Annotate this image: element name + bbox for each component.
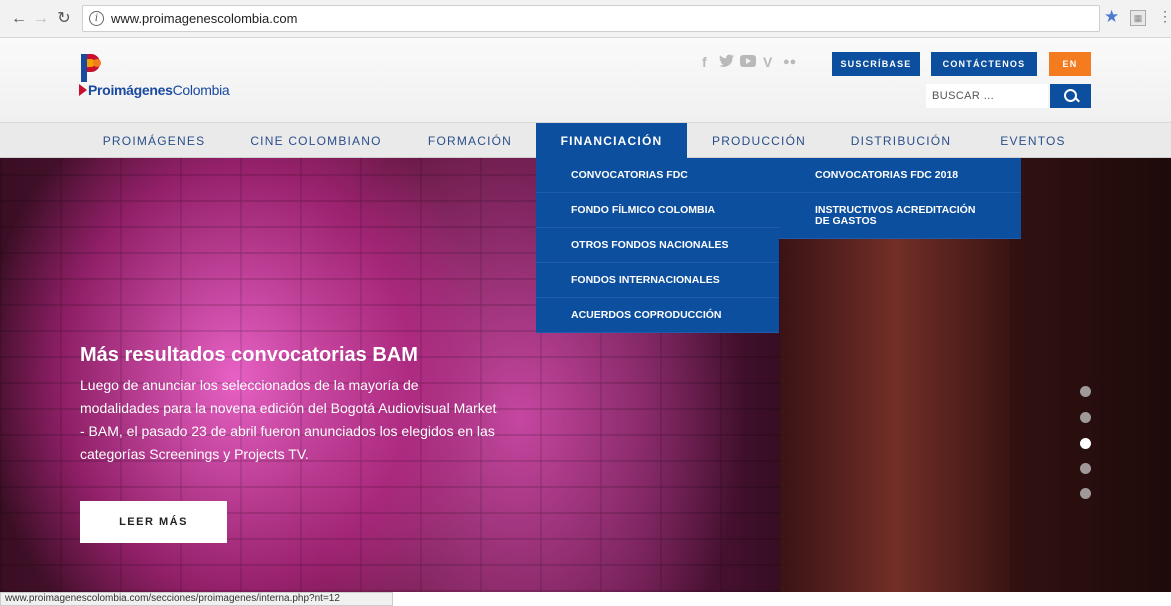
slider-dot-1[interactable]: [1080, 386, 1091, 397]
dropdown-item-acuerdos-coproduccion[interactable]: ACUERDOS COPRODUCCIÓN: [536, 298, 779, 333]
site-logo[interactable]: ProimágenesColombia: [88, 82, 230, 98]
dropdown-item-fondos-internacionales[interactable]: FONDOS INTERNACIONALES: [536, 263, 779, 298]
slider-dot-3[interactable]: [1080, 438, 1091, 449]
menu-dots-icon[interactable]: ⋮: [1158, 8, 1171, 25]
dropdown-item-otros-fondos[interactable]: OTROS FONDOS NACIONALES: [536, 228, 779, 263]
hero-title: Más resultados convocatorias BAM: [80, 344, 418, 366]
slider-dot-2[interactable]: [1080, 412, 1091, 423]
vimeo-icon[interactable]: V: [763, 54, 772, 70]
contact-button[interactable]: CONTÁCTENOS: [931, 52, 1037, 76]
nav-item-produccion[interactable]: PRODUCCIÓN: [704, 123, 814, 159]
slider-dot-5[interactable]: [1080, 488, 1091, 499]
forward-arrow-icon[interactable]: →: [32, 9, 50, 29]
browser-toolbar: ← → ↻ i www.proimagenescolombia.com ★ ▦ …: [0, 0, 1171, 38]
extension-icon[interactable]: ▦: [1130, 10, 1146, 26]
back-arrow-icon[interactable]: ←: [10, 9, 28, 29]
youtube-icon[interactable]: [740, 54, 756, 70]
language-en-button[interactable]: EN: [1049, 52, 1091, 76]
dropdown-item-fondo-filmico[interactable]: FONDO FÍLMICO COLOMBIA: [536, 193, 779, 228]
status-bar-url: www.proimagenescolombia.com/secciones/pr…: [0, 592, 393, 606]
hero-description: Luego de anunciar los seleccionados de l…: [80, 377, 497, 462]
logo-light-text: Colombia: [172, 82, 230, 98]
dropdown-item-convocatorias-fdc[interactable]: CONVOCATORIAS FDC: [536, 158, 779, 193]
nav-item-distribucion[interactable]: DISTRIBUCIÓN: [843, 123, 959, 159]
reload-icon[interactable]: ↻: [55, 9, 73, 29]
flickr-icon[interactable]: ●●: [783, 56, 796, 68]
url-text: www.proimagenescolombia.com: [111, 11, 298, 26]
read-more-button[interactable]: LEER MÁS: [80, 501, 227, 543]
facebook-icon[interactable]: f: [702, 54, 707, 70]
proimagenes-logo-icon[interactable]: [78, 52, 104, 84]
search-button[interactable]: [1050, 84, 1091, 108]
twitter-icon[interactable]: [719, 54, 735, 71]
info-icon[interactable]: i: [89, 11, 104, 26]
main-nav: PROIMÁGENES CINE COLOMBIANO FORMACIÓN FI…: [0, 122, 1171, 159]
nav-item-financiacion[interactable]: FINANCIACIÓN: [536, 123, 687, 159]
site-header: ProimágenesColombia f V ●● SUSCRÍBASE CO…: [0, 38, 1171, 122]
nav-item-formacion[interactable]: FORMACIÓN: [420, 123, 520, 159]
nav-item-eventos[interactable]: EVENTOS: [990, 123, 1076, 159]
bookmark-star-icon[interactable]: ★: [1104, 7, 1119, 27]
logo-bold-text: Proimágenes: [88, 82, 173, 98]
logo-arrow-icon: [79, 84, 87, 96]
submenu-item-instructivos[interactable]: INSTRUCTIVOS ACREDITACIÓN DE GASTOS: [779, 193, 1021, 239]
submenu-item-convocatorias-2018[interactable]: CONVOCATORIAS FDC 2018: [779, 158, 1021, 193]
subscribe-button[interactable]: SUSCRÍBASE: [832, 52, 920, 76]
search-input[interactable]: BUSCAR ...: [926, 84, 1048, 108]
address-bar[interactable]: i www.proimagenescolombia.com: [82, 5, 1100, 32]
slider-dot-4[interactable]: [1080, 463, 1091, 474]
nav-item-proimagenes[interactable]: PROIMÁGENES: [94, 123, 214, 159]
nav-item-cine-colombiano[interactable]: CINE COLOMBIANO: [246, 123, 386, 159]
